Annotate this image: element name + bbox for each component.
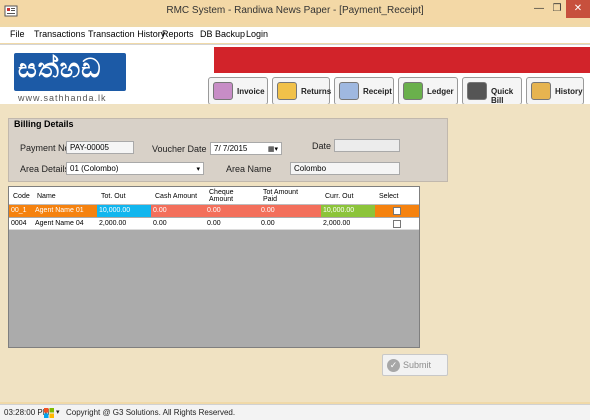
voucher-date-value: 7/ 7/2015	[214, 144, 248, 153]
area-details-select[interactable]: 01 (Colombo) ▾	[66, 162, 204, 175]
minimize-button[interactable]: —	[530, 0, 548, 18]
row-curr-out: 2,000.00	[323, 220, 351, 227]
row-tot-amount-paid: 0.00	[259, 205, 321, 217]
row-name: Agent Name 01	[35, 207, 84, 214]
row-select-checkbox[interactable]	[393, 207, 401, 215]
col-cheque-amount[interactable]: Cheque Amount	[209, 189, 239, 203]
history-icon	[531, 82, 551, 100]
windows-logo-icon	[44, 408, 54, 418]
header: සත්හඩ www.sathhanda.lk Invoice Returns R…	[0, 44, 590, 105]
area-name-field[interactable]: Colombo	[290, 162, 400, 175]
area-details-label: Area Details	[20, 164, 70, 174]
payment-no-field[interactable]: PAY-00005	[66, 141, 134, 154]
date-label: Date	[312, 141, 332, 151]
invoice-button[interactable]: Invoice	[208, 77, 268, 105]
history-button[interactable]: History	[526, 77, 584, 105]
area-details-value: 01 (Colombo)	[70, 164, 119, 173]
returns-button[interactable]: Returns	[272, 77, 332, 105]
maximize-button[interactable]: ❐	[548, 0, 566, 18]
table-row[interactable]: 00_1 Agent Name 01 10,000.00 0.00 0.00 0…	[9, 205, 419, 217]
row-tot-out: 10,000.00	[97, 205, 151, 217]
status-menu-arrow-icon[interactable]: ▾	[56, 408, 60, 416]
returns-button-label: Returns	[301, 87, 332, 96]
row-name: Agent Name 04	[35, 220, 84, 227]
ledger-button[interactable]: Ledger	[398, 77, 458, 105]
invoice-button-label: Invoice	[237, 87, 265, 96]
calculator-icon	[467, 82, 487, 100]
row-code: 00_1	[11, 207, 27, 214]
menu-db-backup[interactable]: DB Backup	[200, 29, 245, 39]
row-cash-amount[interactable]: 0.00	[151, 205, 205, 217]
voucher-date-label: Voucher Date	[152, 144, 207, 154]
status-copyright: Copyright @ G3 Solutions. All Rights Res…	[66, 408, 236, 417]
area-name-label: Area Name	[226, 164, 272, 174]
col-code[interactable]: Code	[13, 193, 30, 200]
logo-url: www.sathhanda.lk	[18, 93, 107, 103]
col-tot-out[interactable]: Tot. Out	[101, 193, 126, 200]
status-bar: 03:28:00 PM ▾ Copyright @ G3 Solutions. …	[0, 404, 590, 420]
payment-no-label: Payment No	[20, 143, 70, 153]
row-tot-out: 2,000.00	[99, 220, 127, 227]
ledger-button-label: Ledger	[427, 87, 454, 96]
col-cash-amount[interactable]: Cash Amount	[155, 193, 197, 200]
row-cheque-amount[interactable]: 0.00	[205, 218, 259, 230]
history-button-label: History	[555, 87, 583, 96]
col-select[interactable]: Select	[379, 193, 398, 200]
brand-band	[214, 47, 590, 73]
checkmark-icon: ✓	[387, 359, 400, 372]
receipt-button[interactable]: Receipt	[334, 77, 394, 105]
menu-login[interactable]: Login	[246, 29, 268, 39]
col-tot-amount-paid[interactable]: Tot Amount Paid	[263, 189, 305, 203]
voucher-date-picker[interactable]: 7/ 7/2015 ▦▾	[210, 142, 282, 155]
close-button[interactable]: ✕	[566, 0, 590, 18]
menu-reports[interactable]: Reports	[162, 29, 194, 39]
row-cheque-amount[interactable]: 0.00	[205, 205, 259, 217]
table-row[interactable]: 0004 Agent Name 04 2,000.00 0.00 0.00 0.…	[9, 218, 419, 230]
status-time: 03:28:00 PM	[4, 408, 50, 417]
col-curr-out[interactable]: Curr. Out	[325, 193, 353, 200]
payments-grid[interactable]: Code Name Tot. Out Cash Amount Cheque Am…	[8, 186, 420, 348]
title-bar: RMC System - Randiwa News Paper - [Payme…	[0, 0, 590, 24]
section-title: Billing Details	[14, 119, 74, 129]
receipt-button-label: Receipt	[363, 87, 392, 96]
quick-bill-button-label: Quick Bill	[491, 87, 514, 105]
window-title: RMC System - Randiwa News Paper - [Payme…	[166, 5, 424, 16]
row-tot-amount-paid: 0.00	[261, 220, 275, 227]
submit-button-label: Submit	[403, 360, 432, 370]
submit-button[interactable]: ✓ Submit	[382, 354, 448, 376]
calendar-dropdown-icon[interactable]: ▦▾	[268, 145, 278, 153]
menu-transaction-history[interactable]: Transaction History	[88, 29, 165, 39]
grid-header: Code Name Tot. Out Cash Amount Cheque Am…	[9, 187, 419, 205]
logo: සත්හඩ	[14, 53, 126, 91]
col-name[interactable]: Name	[37, 193, 56, 200]
date-field[interactable]	[334, 139, 400, 152]
row-curr-out: 10,000.00	[321, 205, 375, 217]
returns-icon	[277, 82, 297, 100]
menu-bar: File Transactions Transaction History Re…	[0, 27, 590, 43]
invoice-icon	[213, 82, 233, 100]
menu-transactions[interactable]: Transactions	[34, 29, 85, 39]
receipt-icon	[339, 82, 359, 100]
row-select-checkbox[interactable]	[393, 220, 401, 228]
ledger-icon	[403, 82, 423, 100]
row-code: 0004	[11, 220, 27, 227]
logo-text: සත්හඩ	[18, 54, 102, 84]
menu-file[interactable]: File	[10, 29, 25, 39]
row-cash-amount[interactable]: 0.00	[151, 218, 205, 230]
quick-bill-button[interactable]: Quick Bill	[462, 77, 522, 105]
chevron-down-icon: ▾	[196, 166, 200, 173]
